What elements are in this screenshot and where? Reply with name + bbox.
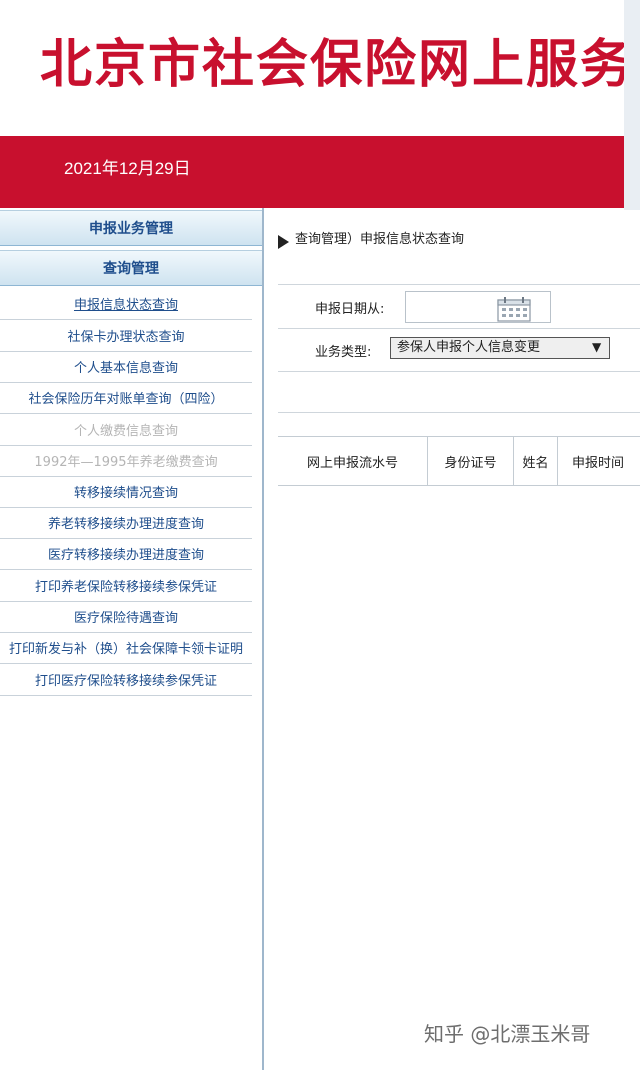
- divider: [278, 284, 640, 285]
- business-type-select[interactable]: 参保人申报个人信息变更: [390, 337, 610, 359]
- calendar-icon[interactable]: [497, 296, 531, 322]
- business-type-label: 业务类型:: [315, 345, 372, 360]
- sidebar-item-report-status-query[interactable]: 申报信息状态查询: [0, 288, 252, 320]
- header-side-strip: [624, 0, 640, 210]
- sidebar-item-medical-transfer-progress[interactable]: 医疗转移接续办理进度查询: [0, 538, 252, 570]
- sidebar-item-card-status-query[interactable]: 社保卡办理状态查询: [0, 320, 252, 352]
- sidebar-item-print-card-collection-proof[interactable]: 打印新发与补（换）社会保障卡领卡证明: [0, 632, 252, 664]
- sidebar-item-pension-transfer-progress[interactable]: 养老转移接续办理进度查询: [0, 507, 252, 539]
- column-header-report-time: 申报时间: [572, 455, 625, 471]
- site-title: 北京市社会保险网上服务: [40, 35, 635, 95]
- breadcrumb-arrow-icon: [278, 235, 289, 249]
- sidebar-item-personal-info-query[interactable]: 个人基本信息查询: [0, 351, 252, 383]
- sidebar-item-payment-info-query: 个人缴费信息查询: [0, 414, 252, 446]
- divider: [278, 328, 640, 329]
- chevron-down-icon[interactable]: ▼: [592, 340, 601, 354]
- results-table-header: 网上申报流水号 身份证号 姓名 申报时间: [278, 436, 640, 486]
- sidebar-section-report-management[interactable]: 申报业务管理: [0, 210, 262, 246]
- sidebar-item-annual-statement-query[interactable]: 社会保险历年对账单查询（四险）: [0, 382, 252, 414]
- breadcrumb: 查询管理）申报信息状态查询: [295, 232, 465, 247]
- sidebar-section-query-management[interactable]: 查询管理: [0, 250, 262, 286]
- current-date: 2021年12月29日: [64, 159, 191, 178]
- sidebar-item-transfer-status-query[interactable]: 转移接续情况查询: [0, 476, 252, 508]
- sidebar-item-print-medical-transfer-cert[interactable]: 打印医疗保险转移接续参保凭证: [0, 664, 252, 696]
- column-header-serial-number: 网上申报流水号: [278, 437, 428, 485]
- watermark-text: 知乎 @北漂玉米哥: [424, 1022, 591, 1046]
- column-header-id-number: 身份证号: [428, 437, 514, 485]
- date-from-label: 申报日期从:: [315, 302, 385, 317]
- sidebar-item-medical-benefit-query[interactable]: 医疗保险待遇查询: [0, 601, 252, 633]
- sidebar-item-1992-1995-pension-query: 1992年—1995年养老缴费查询: [0, 445, 252, 477]
- column-header-name: 姓名: [514, 437, 558, 485]
- sidebar-item-print-pension-transfer-cert[interactable]: 打印养老保险转移接续参保凭证: [0, 570, 252, 602]
- site-header: 北京市社会保险网上服务: [0, 0, 640, 136]
- form-blank-row: [278, 371, 640, 413]
